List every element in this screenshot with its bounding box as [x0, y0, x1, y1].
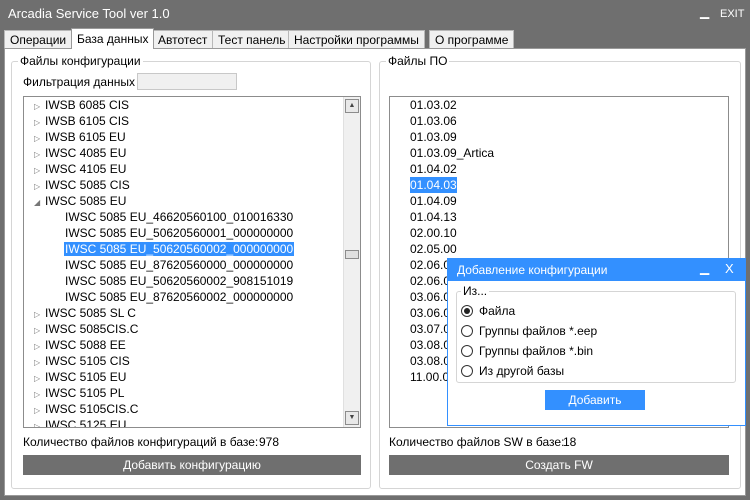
expand-arrow-icon[interactable]: ▷ — [34, 419, 44, 427]
radio-checked-icon[interactable] — [461, 305, 473, 317]
add-config-button[interactable]: Добавить конфигурацию — [23, 455, 361, 475]
tree-scrollbar[interactable]: ▲ ▼ — [343, 97, 360, 427]
source-group-label: Из... — [461, 284, 490, 298]
tree-item[interactable]: ▷ IWSC 5125 EU — [34, 417, 127, 427]
tab-database[interactable]: База данных — [71, 28, 155, 49]
tree-item[interactable]: ▷ IWSC 5105 EU — [34, 369, 127, 385]
filter-input[interactable] — [137, 73, 237, 90]
dialog-title-bar[interactable]: Добавление конфигурации ▁ X — [448, 259, 745, 281]
dialog-add-button[interactable]: Добавить — [545, 390, 645, 410]
firmware-item[interactable]: 01.04.09 — [410, 193, 457, 209]
tree-leaf-item[interactable]: IWSC 5085 EU_50620560002_908151019 — [64, 273, 294, 289]
tab-about[interactable]: О программе — [429, 30, 515, 48]
firmware-item[interactable]: 01.04.02 — [410, 161, 457, 177]
tree-item[interactable]: ▷ IWSC 5105 PL — [34, 385, 125, 401]
tree-item[interactable]: ▷ IWSC 4105 EU — [34, 161, 127, 177]
tree-leaf-item[interactable]: IWSC 5085 EU_50620560001_000000000 — [64, 225, 294, 241]
dialog-minimize-icon[interactable]: ▁ — [700, 261, 709, 275]
tab-autotest[interactable]: Автотест — [152, 30, 214, 48]
tree-item[interactable]: ▷ IWSB 6105 CIS — [34, 113, 130, 129]
source-group: Из... Файла Группы файлов *.eep Группы ф… — [456, 284, 736, 383]
firmware-files-group-label: Файлы ПО — [386, 54, 450, 68]
firmware-item[interactable]: 02.05.00 — [410, 241, 457, 257]
filter-label: Фильтрация данных — [23, 75, 135, 89]
config-files-group-label: Файлы конфигурации — [18, 54, 143, 68]
config-tree[interactable]: ▷ IWSB 6085 CIS ▷ IWSB 6105 CIS ▷ IWSB 6105… — [23, 96, 361, 428]
tree-item[interactable]: ▷ IWSC 5085CIS.C — [34, 321, 139, 337]
firmware-item[interactable]: 01.03.02 — [410, 97, 457, 113]
radio-unchecked-icon[interactable] — [461, 325, 473, 337]
firmware-count-value: 18 — [563, 435, 577, 449]
firmware-item-selected[interactable]: 01.04.03 — [410, 177, 457, 193]
scroll-thumb[interactable] — [345, 250, 359, 259]
tree-item[interactable]: ▷ IWSC 5085 SL C — [34, 305, 137, 321]
tree-leaf-item-selected[interactable]: IWSC 5085 EU_50620560002_000000000 — [64, 241, 295, 257]
radio-option-eep-group[interactable]: Группы файлов *.eep — [461, 322, 597, 340]
firmware-item[interactable]: 01.03.06 — [410, 113, 457, 129]
dialog-title: Добавление конфигурации — [457, 263, 608, 277]
radio-option-file[interactable]: Файла — [461, 302, 515, 320]
tab-program-settings[interactable]: Настройки программы — [288, 30, 425, 48]
tree-item[interactable]: ▷ IWSC 5088 EE — [34, 337, 127, 353]
tree-item[interactable]: ▷ IWSC 5105CIS.C — [34, 401, 139, 417]
collapse-arrow-icon[interactable]: ◢ — [34, 195, 44, 211]
exit-button[interactable]: EXIT — [720, 8, 744, 20]
scroll-up-icon[interactable]: ▲ — [345, 99, 359, 113]
firmware-item[interactable]: 01.03.09 — [410, 129, 457, 145]
tree-leaf-item[interactable]: IWSC 5085 EU_46620560100_010016330 — [64, 209, 294, 225]
tree-item[interactable]: ▷ IWSC 5085 CIS — [34, 177, 131, 193]
tree-leaf-item[interactable]: IWSC 5085 EU_87620560002_000000000 — [64, 289, 294, 305]
add-config-dialog: Добавление конфигурации ▁ X Из... Файла … — [447, 258, 746, 426]
tab-operations[interactable]: Операции — [4, 30, 73, 48]
firmware-item[interactable]: 01.03.09_Artica — [410, 145, 494, 161]
radio-option-other-db[interactable]: Из другой базы — [461, 362, 564, 380]
create-fw-button[interactable]: Создать FW — [389, 455, 729, 475]
tree-leaf-item[interactable]: IWSC 5085 EU_87620560000_000000000 — [64, 257, 294, 273]
config-count-label: Количество файлов конфигураций в базе: — [23, 435, 259, 449]
tree-item[interactable]: ▷ IWSC 5105 CIS — [34, 353, 131, 369]
radio-unchecked-icon[interactable] — [461, 365, 473, 377]
tab-test-panel[interactable]: Тест панель — [212, 30, 292, 48]
title-bar: Arcadia Service Tool ver 1.0 ▁ EXIT — [0, 0, 750, 28]
firmware-item[interactable]: 01.04.13 — [410, 209, 457, 225]
radio-option-bin-group[interactable]: Группы файлов *.bin — [461, 342, 593, 360]
firmware-item[interactable]: 02.00.10 — [410, 225, 457, 241]
tree-item[interactable]: ▷ IWSB 6085 CIS — [34, 97, 130, 113]
firmware-count-label: Количество файлов SW в базе: — [389, 435, 565, 449]
tree-item[interactable]: ◢ IWSC 5085 EU — [34, 193, 127, 209]
tree-item[interactable]: ▷ IWSC 4085 EU — [34, 145, 127, 161]
minimize-button[interactable]: ▁ — [700, 5, 709, 19]
radio-unchecked-icon[interactable] — [461, 345, 473, 357]
dialog-close-icon[interactable]: X — [725, 261, 734, 276]
scroll-down-icon[interactable]: ▼ — [345, 411, 359, 425]
tree-item[interactable]: ▷ IWSB 6105 EU — [34, 129, 127, 145]
window-title: Arcadia Service Tool ver 1.0 — [8, 6, 170, 21]
config-count-value: 978 — [259, 435, 280, 449]
